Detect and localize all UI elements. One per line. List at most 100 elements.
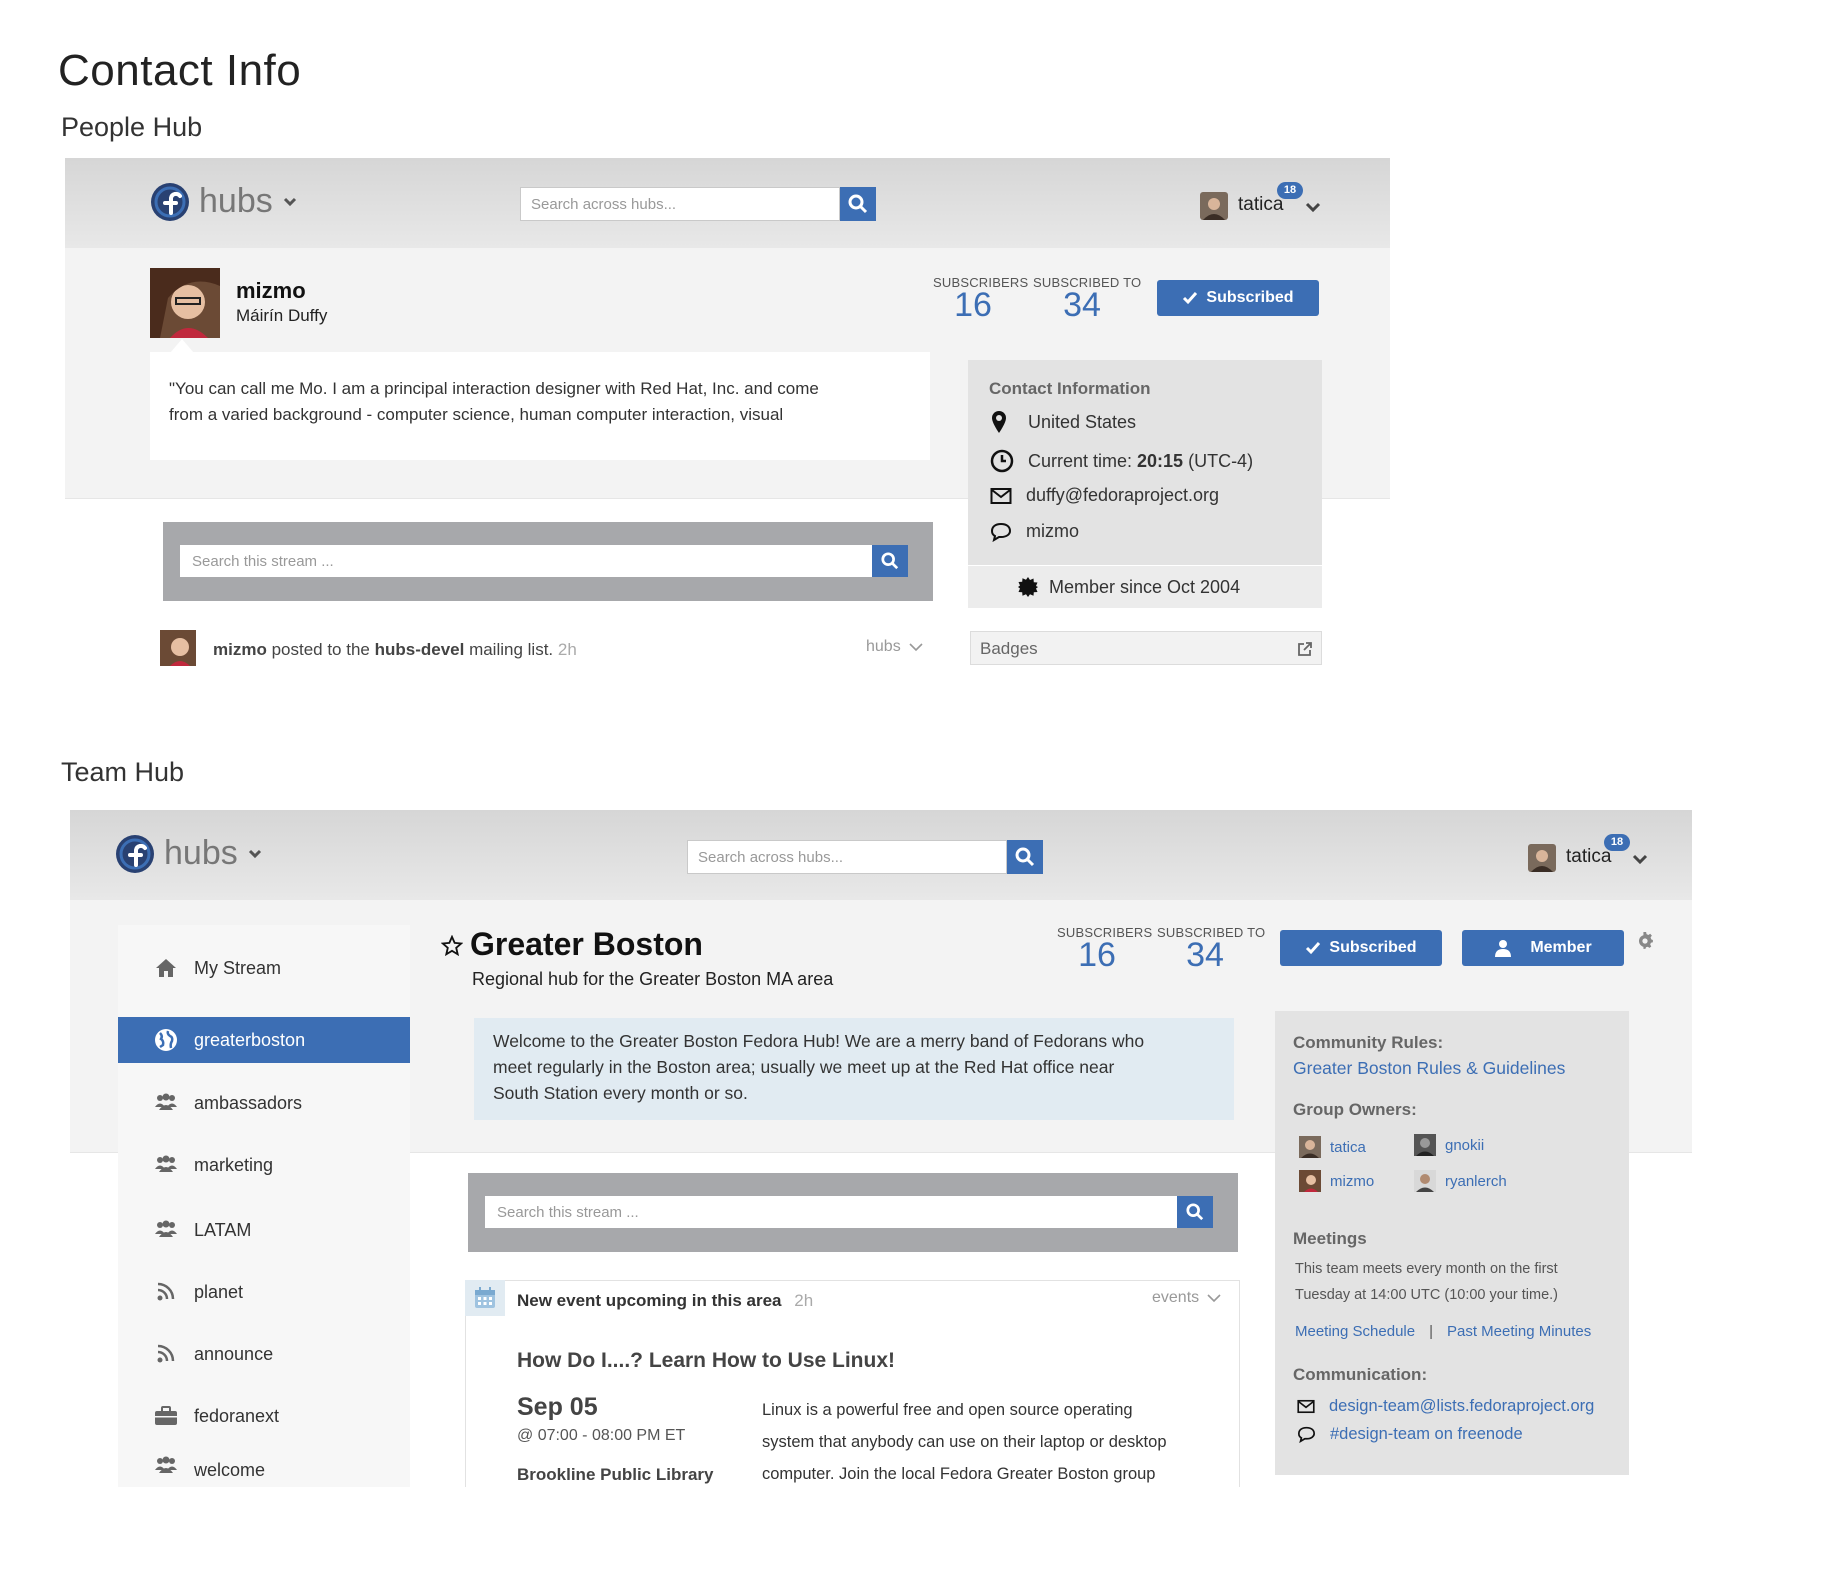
page-title: Contact Info [58, 46, 302, 95]
map-pin-icon [992, 411, 1006, 433]
nav-item-marketing[interactable]: marketing [118, 1142, 410, 1188]
team-sidebar: Community Rules: Greater Boston Rules & … [1275, 1011, 1629, 1475]
owner-mizmo[interactable]: mizmo [1299, 1170, 1374, 1192]
meetings-line-1: This team meets every month on the first [1295, 1261, 1558, 1277]
user-avatar[interactable] [1200, 192, 1228, 220]
profile-username: mizmo [236, 278, 306, 303]
nav-item-my-stream[interactable]: My Stream [118, 945, 410, 991]
nav-item-fedoranext[interactable]: fedoranext [118, 1393, 410, 1439]
bio-line-1: "You can call me Mo. I am a principal in… [169, 379, 819, 398]
badges-label: Badges [980, 639, 1038, 658]
global-search-input[interactable]: Search across hubs... [687, 840, 1007, 874]
subscribed-button[interactable]: Subscribed [1280, 930, 1442, 966]
user-avatar[interactable] [1528, 844, 1556, 872]
subscribed-button-label: Subscribed [1329, 939, 1417, 956]
event-desc-line-2: system that anybody can use on their lap… [762, 1433, 1167, 1451]
stream-search-input[interactable]: Search this stream ... [180, 545, 872, 577]
time-label: Current time: [1028, 450, 1138, 471]
meeting-schedule-link[interactable]: Meeting Schedule [1295, 1323, 1415, 1340]
nav-item-greaterboston[interactable]: greaterboston [118, 1017, 410, 1063]
rss-icon [157, 1282, 175, 1301]
event-header-text: New event upcoming in this area [517, 1291, 782, 1310]
user-name[interactable]: tatica [1238, 194, 1283, 216]
owner-name: mizmo [1330, 1172, 1375, 1190]
activity-user[interactable]: mizmo [213, 640, 267, 659]
contact-panel: Contact Information United States Curren… [968, 360, 1322, 565]
event-location: Brookline Public Library [517, 1465, 714, 1484]
group-icon [155, 1155, 177, 1172]
user-menu-chevron-icon[interactable] [1632, 854, 1648, 866]
past-minutes-link[interactable]: Past Meeting Minutes [1447, 1323, 1591, 1340]
check-icon [1183, 292, 1198, 305]
subscribers-count[interactable]: 16 [1057, 936, 1137, 975]
chat-bubble-icon [1297, 1426, 1316, 1443]
chevron-down-icon [909, 642, 923, 651]
global-search-input[interactable]: Search across hubs... [520, 187, 840, 221]
irc-channel-link[interactable]: #design-team on freenode [1330, 1425, 1523, 1444]
subscribed-to-count[interactable]: 34 [1042, 286, 1122, 325]
owner-ryanlerch[interactable]: ryanlerch [1414, 1170, 1507, 1192]
user-menu-chevron-icon[interactable] [1305, 202, 1321, 214]
nav-item-label: announce [194, 1343, 274, 1364]
global-search-button[interactable] [840, 187, 876, 221]
notification-badge[interactable]: 18 [1277, 182, 1303, 199]
team-hub-topbar: hubs Search across hubs... tatica 18 [70, 810, 1692, 900]
stream-search-button[interactable] [872, 545, 908, 577]
contact-email[interactable]: duffy@fedoraproject.org [1026, 485, 1219, 506]
external-link-icon[interactable] [1297, 641, 1313, 657]
globe-icon [155, 1029, 177, 1051]
hubs-logo[interactable]: hubs [151, 182, 297, 221]
event-filter[interactable]: events [1152, 1289, 1221, 1307]
global-search-button[interactable] [1007, 840, 1043, 874]
nav-item-label: My Stream [194, 957, 282, 978]
profile-avatar [150, 268, 220, 338]
nav-item-welcome[interactable]: welcome [118, 1456, 410, 1487]
member-button[interactable]: Member [1462, 930, 1624, 966]
time-zone: (UTC-4) [1183, 450, 1254, 471]
event-date: Sep 05 [517, 1393, 598, 1421]
badges-panel[interactable]: Badges [970, 631, 1322, 665]
owner-avatar [1299, 1170, 1321, 1192]
activity-list[interactable]: hubs-devel [375, 640, 465, 659]
activity-filter[interactable]: hubs [866, 638, 923, 656]
notification-badge[interactable]: 18 [1604, 834, 1630, 851]
contact-email-row: duffy@fedoraproject.org [990, 485, 1219, 506]
owner-tatica[interactable]: tatica [1299, 1136, 1366, 1158]
nav-item-label: welcome [194, 1460, 266, 1480]
subscribed-to-count[interactable]: 34 [1165, 936, 1245, 975]
stream-search-input[interactable]: Search this stream ... [485, 1196, 1177, 1228]
logo-text: hubs [199, 182, 273, 220]
mailing-list-link[interactable]: design-team@lists.fedoraproject.org [1329, 1397, 1594, 1416]
event-hours: @ 07:00 - 08:00 PM ET [517, 1427, 686, 1444]
star-icon[interactable] [441, 935, 463, 957]
nav-item-announce[interactable]: announce [118, 1331, 410, 1377]
meetings-line-2: Tuesday at 14:00 UTC (10:00 your time.) [1295, 1287, 1558, 1303]
subscribed-button[interactable]: Subscribed [1157, 280, 1319, 316]
nav-item-label: LATAM [194, 1219, 252, 1240]
nav-item-label: fedoranext [194, 1405, 280, 1426]
owner-avatar [1414, 1170, 1436, 1192]
hubs-logo[interactable]: hubs [116, 834, 262, 873]
event-header: New event upcoming in this area 2h [517, 1291, 813, 1311]
rules-link[interactable]: Greater Boston Rules & Guidelines [1293, 1058, 1565, 1079]
member-button-label: Member [1530, 939, 1592, 956]
stream-search-button[interactable] [1177, 1196, 1213, 1228]
chevron-down-icon [248, 849, 261, 858]
nav-item-ambassadors[interactable]: ambassadors [118, 1080, 410, 1126]
gear-icon[interactable] [1636, 932, 1654, 950]
briefcase-icon [155, 1406, 177, 1425]
activity-avatar[interactable] [160, 630, 196, 666]
left-nav: My Stream greaterboston ambassadors mark… [118, 925, 410, 1487]
team-hub-label: Team Hub [61, 757, 185, 787]
nav-item-planet[interactable]: planet [118, 1269, 410, 1315]
calendar-icon [475, 1287, 495, 1308]
hub-subtitle: Regional hub for the Greater Boston MA a… [472, 969, 834, 989]
user-name[interactable]: tatica [1566, 846, 1611, 868]
welcome-line-2: meet regularly in the Boston area; usual… [493, 1057, 1115, 1077]
nav-item-latam[interactable]: LATAM [118, 1207, 410, 1253]
activity-text-mid: posted to the [266, 640, 375, 659]
owner-gnokii[interactable]: gnokii [1414, 1134, 1484, 1156]
event-title[interactable]: How Do I....? Learn How to Use Linux! [517, 1349, 895, 1373]
fedora-logo-icon [151, 182, 189, 221]
subscribers-count[interactable]: 16 [933, 286, 1013, 325]
